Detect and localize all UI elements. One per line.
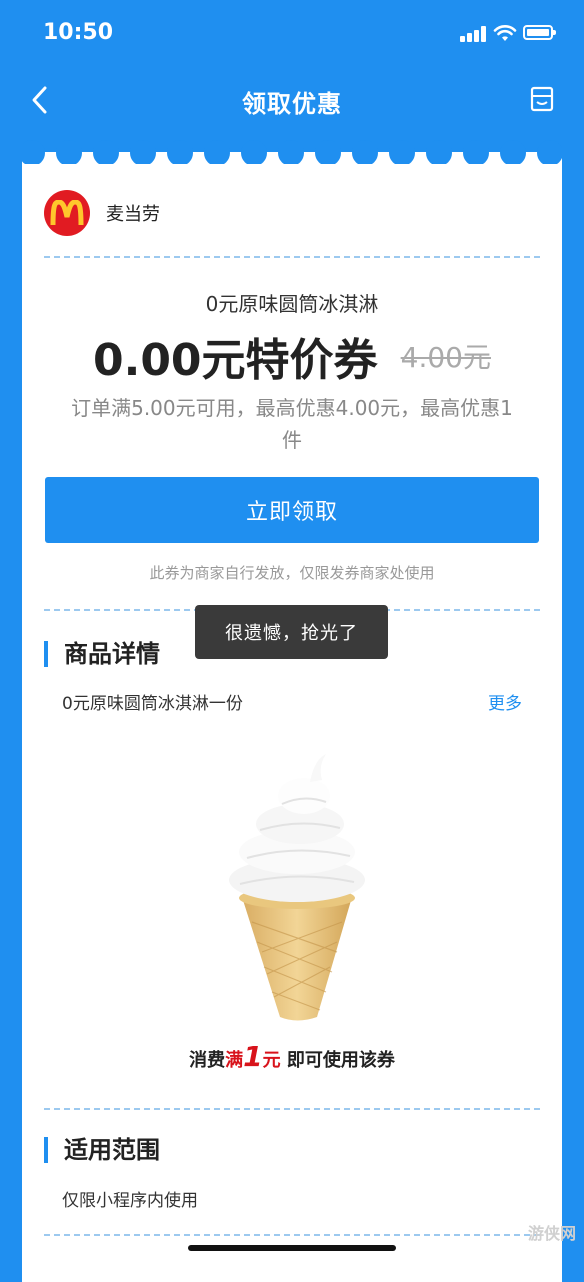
orders-icon[interactable] — [530, 86, 554, 112]
coupon-subtitle: 0元原味圆筒冰淇淋 — [205, 292, 379, 316]
original-price: 4.00元 — [400, 341, 491, 374]
claim-button[interactable]: 立即领取 — [45, 477, 539, 543]
nav-bar: 领取优惠 — [0, 72, 584, 128]
product-details-heading: 商品详情 — [44, 641, 160, 667]
status-bar: 10:50 — [0, 0, 584, 70]
coupon-price-row: 0.00元特价券 4.00元 — [22, 324, 562, 388]
divider — [44, 1234, 540, 1236]
toast-message: 很遗憾，抢光了 — [195, 605, 388, 659]
promo-amount: 1 — [243, 1040, 263, 1073]
home-indicator[interactable] — [188, 1245, 396, 1251]
promo-prefix: 消费 — [189, 1050, 226, 1071]
coupon-title: 0.00元特价券 — [92, 335, 378, 386]
battery-icon — [523, 25, 556, 40]
promo-highlight: 满 — [225, 1050, 244, 1071]
page-title: 领取优惠 — [242, 90, 342, 118]
coupon-card: 麦当劳 0元原味圆筒冰淇淋 0.00元特价券 4.00元 订单满5.00元可用，… — [22, 152, 562, 1282]
product-details-text: 0元原味圆筒冰淇淋一份 — [62, 694, 243, 714]
divider — [44, 256, 540, 258]
scope-heading: 适用范围 — [44, 1137, 160, 1163]
merchant-name: 麦当劳 — [106, 204, 160, 225]
watermark: 游侠网 — [527, 1224, 576, 1243]
wifi-icon — [493, 25, 517, 41]
promo-unit: 元 — [262, 1050, 281, 1071]
promo-banner: 消费满1元 即可使用该券 — [22, 1040, 562, 1073]
coupon-condition: 订单满5.00元可用，最高优惠4.00元，最高优惠1件 — [71, 396, 513, 452]
status-time: 10:50 — [43, 20, 114, 45]
card-scallop-edge — [22, 140, 562, 164]
more-link[interactable]: 更多 — [488, 689, 522, 714]
scope-text: 仅限小程序内使用 — [62, 1191, 198, 1211]
mcdonalds-logo-icon — [44, 190, 90, 236]
coupon-note: 此券为商家自行发放，仅限发券商家处使用 — [149, 564, 435, 582]
divider — [44, 1108, 540, 1110]
promo-suffix: 即可使用该券 — [280, 1050, 395, 1071]
merchant-header: 麦当劳 — [44, 190, 160, 236]
ice-cream-image — [229, 754, 365, 1021]
cellular-signal-icon — [460, 26, 488, 42]
